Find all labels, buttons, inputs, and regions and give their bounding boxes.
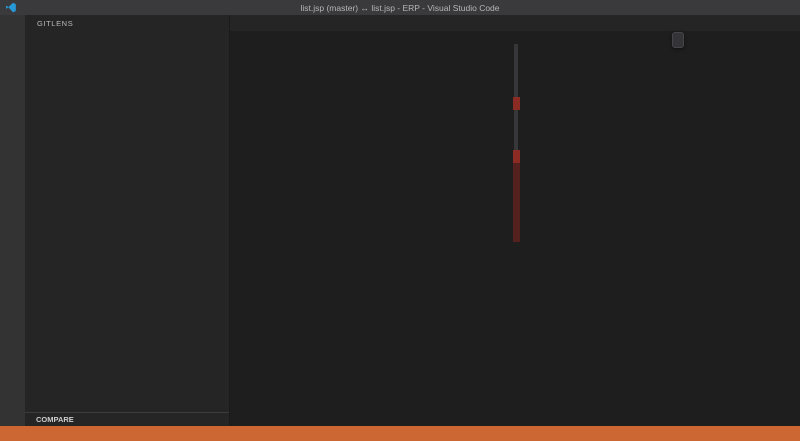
breadcrumb: [230, 31, 800, 44]
diff-pane-original: [230, 44, 513, 426]
activity-bar: [0, 15, 25, 426]
gitlens-sidebar: GITLENS COMPARE: [25, 15, 230, 426]
overview-ruler[interactable]: [794, 44, 800, 426]
ruler-deleted-mark: [513, 150, 520, 163]
diff-pane-modified: [520, 44, 800, 426]
title-bar: list.jsp (master) ↔ list.jsp - ERP - Vis…: [0, 0, 800, 15]
diff-splitter[interactable]: [513, 44, 520, 426]
compare-section-header[interactable]: COMPARE: [25, 412, 229, 426]
status-bar: [0, 426, 800, 441]
editor-area: [230, 15, 800, 426]
sidebar-title: GITLENS: [25, 15, 229, 32]
ruler-filler-mark: [513, 163, 520, 242]
tab-bar: [230, 15, 800, 31]
window-title: list.jsp (master) ↔ list.jsp - ERP - Vis…: [0, 3, 800, 13]
main-layout: GITLENS COMPARE: [0, 15, 800, 426]
debug-toolbar: [672, 32, 684, 48]
gitlens-tree: [25, 32, 229, 412]
ruler-deleted-mark: [513, 97, 520, 110]
diff-editor: [230, 44, 800, 426]
